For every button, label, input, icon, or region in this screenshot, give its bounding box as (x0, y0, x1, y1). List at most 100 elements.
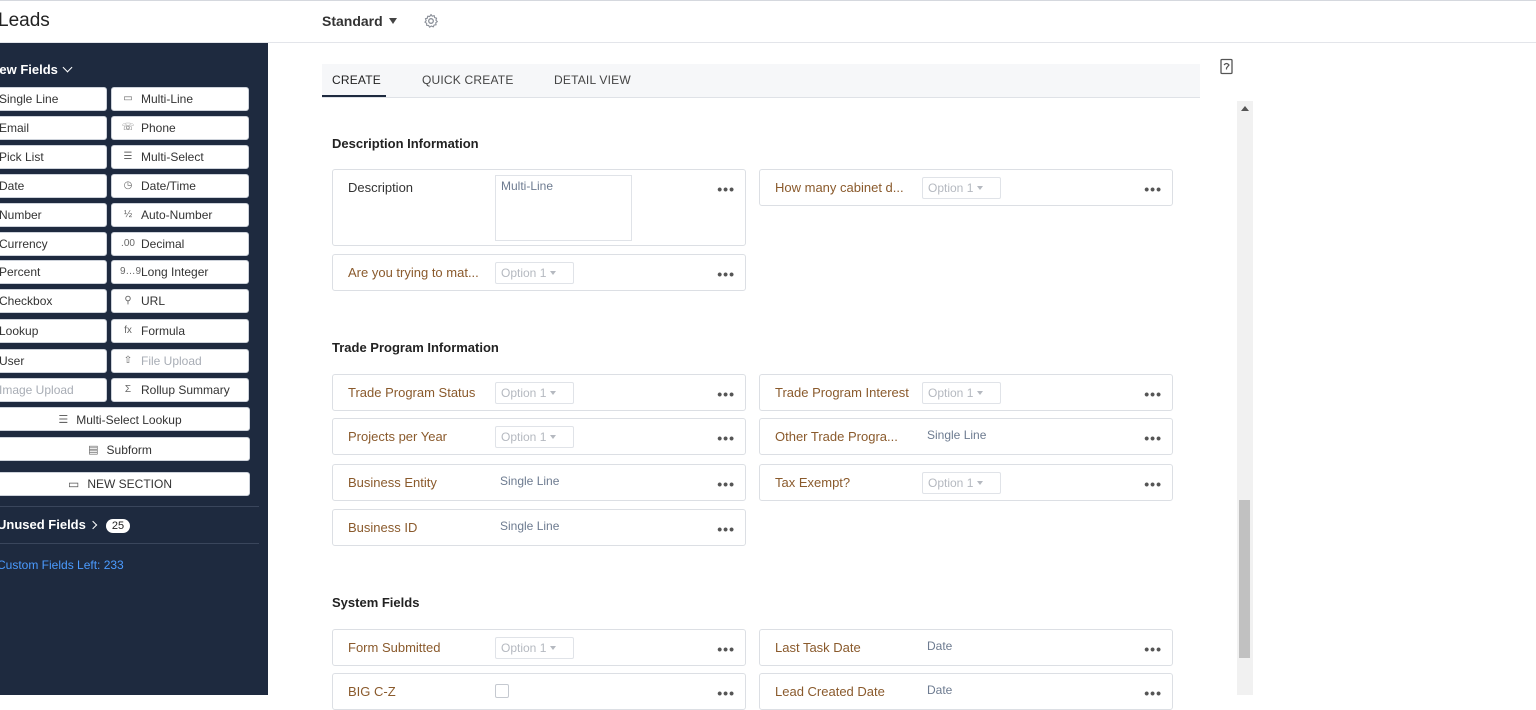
gear-icon[interactable] (423, 13, 439, 29)
field-type-image-upload[interactable]: ▣Image Upload (0, 378, 107, 402)
tab-create[interactable]: CREATE (332, 73, 381, 87)
url-icon: ⚲ (124, 295, 132, 306)
section-icon: ▭ (67, 477, 80, 491)
scroll-up-arrow-icon[interactable] (1241, 106, 1249, 111)
picklist-preview: Option 1 (922, 177, 1001, 199)
field-type-formula[interactable]: fx Formula (111, 319, 249, 343)
multi-select-lookup-button[interactable]: ☰ Multi-Select Lookup (0, 407, 250, 431)
multi-line-icon: ▭ (123, 93, 133, 104)
field-options-more-icon[interactable]: ••• (1144, 641, 1162, 657)
field-options-more-icon[interactable]: ••• (717, 266, 735, 282)
chevron-down-icon (62, 62, 73, 73)
layout-selector[interactable]: Standard (322, 13, 397, 29)
field-type-checkbox[interactable]: ☑Checkbox (0, 289, 107, 313)
layout-field-card[interactable]: Lead Created Date Date ••• (759, 673, 1173, 710)
multi-select-icon: ☰ (123, 151, 133, 162)
scrollbar-thumb[interactable] (1239, 500, 1250, 658)
field-type-user[interactable]: ☺User (0, 349, 107, 373)
field-label: BIG C-Z (348, 684, 396, 699)
field-options-more-icon[interactable]: ••• (1144, 430, 1162, 446)
caret-down-icon (977, 391, 984, 395)
field-placeholder: Single Line (500, 519, 560, 533)
field-options-more-icon[interactable]: ••• (717, 521, 735, 537)
field-type-long-integer[interactable]: 9…9 Long Integer (111, 260, 249, 284)
layout-field-card[interactable]: Form Submitted Option 1 ••• (332, 629, 746, 666)
field-options-more-icon[interactable]: ••• (1144, 386, 1162, 402)
document-icon[interactable] (1219, 58, 1235, 76)
field-label: Are you trying to mat... (348, 265, 479, 280)
layout-field-card[interactable]: Other Trade Progra... Single Line ••• (759, 418, 1173, 455)
caret-down-icon (550, 271, 557, 275)
field-type-label: URL (141, 294, 166, 308)
field-options-more-icon[interactable]: ••• (1144, 476, 1162, 492)
field-type-multi-select[interactable]: ☰ Multi-Select (111, 145, 249, 169)
field-type-label: Single Line (0, 92, 59, 106)
field-options-more-icon[interactable]: ••• (1144, 685, 1162, 701)
layout-field-card[interactable]: Are you trying to mat... Option 1 ••• (332, 254, 746, 291)
caret-down-icon (550, 646, 557, 650)
caret-down-icon (550, 435, 557, 439)
field-type-label: Date (0, 179, 25, 193)
datetime-icon: ◷ (123, 180, 133, 191)
tab-quick-create[interactable]: QUICK CREATE (422, 73, 514, 87)
layout-field-card[interactable]: How many cabinet d... Option 1 ••• (759, 169, 1173, 206)
vertical-scrollbar[interactable] (1237, 101, 1253, 695)
field-type-label: Multi-Line (141, 92, 194, 106)
field-type-currency[interactable]: $Currency (0, 232, 107, 256)
layout-field-card[interactable]: Projects per Year Option 1 ••• (332, 418, 746, 455)
picklist-placeholder: Option 1 (928, 386, 974, 400)
layout-field-card[interactable]: BIG C-Z ••• (332, 673, 746, 710)
field-type-single-line[interactable]: ▭Single Line (0, 87, 107, 111)
caret-down-icon (388, 18, 397, 24)
field-type-auto-number[interactable]: ½ Auto-Number (111, 203, 249, 227)
field-type-label: User (0, 354, 25, 368)
layout-field-card[interactable]: Trade Program Status Option 1 ••• (332, 374, 746, 411)
layout-field-card[interactable]: Tax Exempt? Option 1 ••• (759, 464, 1173, 501)
layout-field-card[interactable]: Last Task Date Date ••• (759, 629, 1173, 666)
field-options-more-icon[interactable]: ••• (717, 386, 735, 402)
picklist-preview: Option 1 (495, 637, 574, 659)
new-section-button[interactable]: ▭ NEW SECTION (0, 472, 250, 496)
field-type-label: Long Integer (141, 265, 209, 279)
chevron-right-icon (88, 520, 98, 530)
field-type-phone[interactable]: ☏ Phone (111, 116, 249, 140)
field-options-more-icon[interactable]: ••• (1144, 181, 1162, 197)
field-type-email[interactable]: ✉Email (0, 116, 107, 140)
field-type-multi-line[interactable]: ▭ Multi-Line (111, 87, 249, 111)
custom-fields-left: Custom Fields Left: 233 (0, 558, 124, 572)
new-fields-toggle[interactable]: New Fields (0, 62, 73, 77)
field-placeholder: Date (927, 639, 953, 653)
field-type-percent[interactable]: %Percent (0, 260, 107, 284)
layout-field-card[interactable]: Business Entity Single Line ••• (332, 464, 746, 501)
picklist-placeholder: Option 1 (501, 641, 547, 655)
field-options-more-icon[interactable]: ••• (717, 641, 735, 657)
tab-detail-view[interactable]: DETAIL VIEW (554, 73, 631, 87)
field-type-pick-list[interactable]: ≡Pick List (0, 145, 107, 169)
field-type-date-time[interactable]: ◷ Date/Time (111, 174, 249, 198)
layout-field-card[interactable]: Description Multi-Line ••• (332, 169, 746, 246)
field-type-file-upload[interactable]: ⇧ File Upload (111, 349, 249, 373)
field-options-more-icon[interactable]: ••• (717, 181, 735, 197)
field-type-date[interactable]: ▦Date (0, 174, 107, 198)
field-type-url[interactable]: ⚲ URL (111, 289, 249, 313)
picklist-placeholder: Option 1 (501, 386, 547, 400)
field-type-label: Checkbox (0, 294, 53, 308)
field-options-more-icon[interactable]: ••• (717, 476, 735, 492)
field-options-more-icon[interactable]: ••• (717, 685, 735, 701)
checkbox-preview (495, 684, 509, 698)
field-options-more-icon[interactable]: ••• (717, 430, 735, 446)
layout-field-card[interactable]: Business ID Single Line ••• (332, 509, 746, 546)
field-label: Projects per Year (348, 429, 448, 444)
picklist-placeholder: Option 1 (501, 430, 547, 444)
unused-fields-toggle[interactable]: Unused Fields 25 (0, 517, 131, 533)
field-type-lookup[interactable]: ⌕Lookup (0, 319, 107, 343)
field-type-decimal[interactable]: .00 Decimal (111, 232, 249, 256)
field-type-number[interactable]: #Number (0, 203, 107, 227)
field-type-rollup-summary[interactable]: Σ Rollup Summary (111, 378, 249, 402)
top-header: Leads Standard (0, 0, 1536, 43)
field-type-label: Decimal (141, 237, 185, 251)
layout-field-card[interactable]: Trade Program Interest Option 1 ••• (759, 374, 1173, 411)
multiline-preview: Multi-Line (495, 175, 632, 241)
field-label: How many cabinet d... (775, 180, 904, 195)
subform-button[interactable]: ▤ Subform (0, 437, 250, 461)
